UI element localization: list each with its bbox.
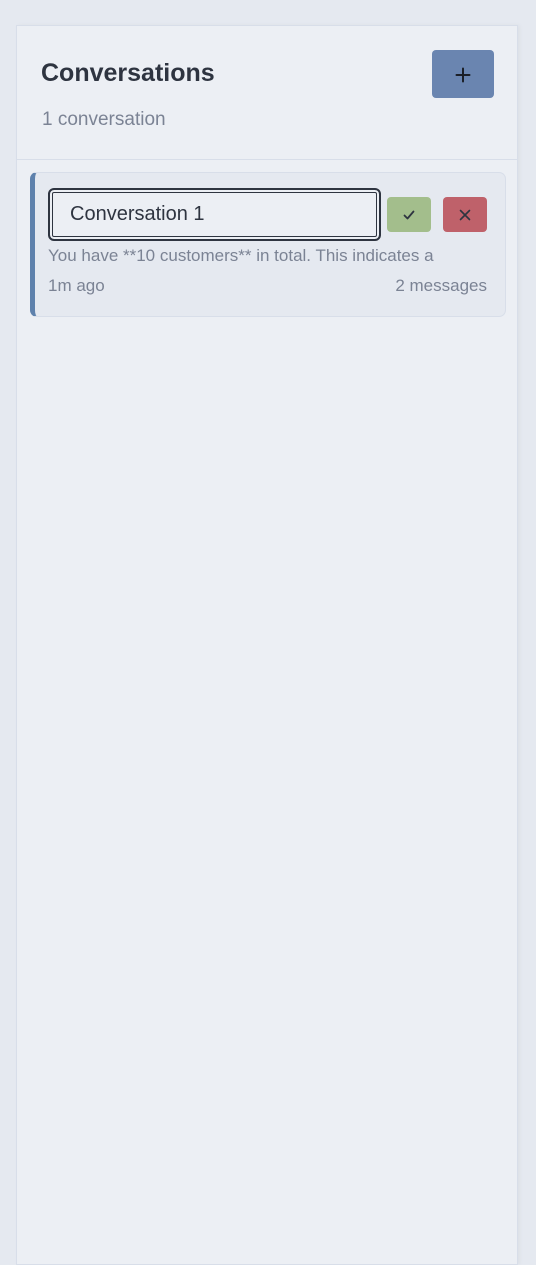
cancel-rename-button[interactable] (443, 197, 487, 232)
sidebar-title: Conversations (41, 59, 215, 87)
conversation-item[interactable]: You have **10 customers** in total. This… (30, 172, 506, 317)
plus-icon (455, 67, 471, 83)
conversation-preview: You have **10 customers** in total. This… (48, 246, 434, 265)
new-conversation-button[interactable] (432, 50, 494, 98)
confirm-rename-button[interactable] (387, 197, 431, 232)
check-icon (402, 208, 416, 222)
close-icon (458, 208, 472, 222)
conversation-message-count: 2 messages (395, 276, 487, 295)
conversations-sidebar: Conversations 1 conversation Conversatio… (16, 25, 518, 1265)
conversation-count: 1 conversation (42, 109, 166, 130)
sidebar-header: Conversations 1 conversation (17, 26, 517, 160)
conversation-timestamp: 1m ago (48, 276, 105, 295)
rename-conversation-input[interactable] (48, 188, 381, 241)
